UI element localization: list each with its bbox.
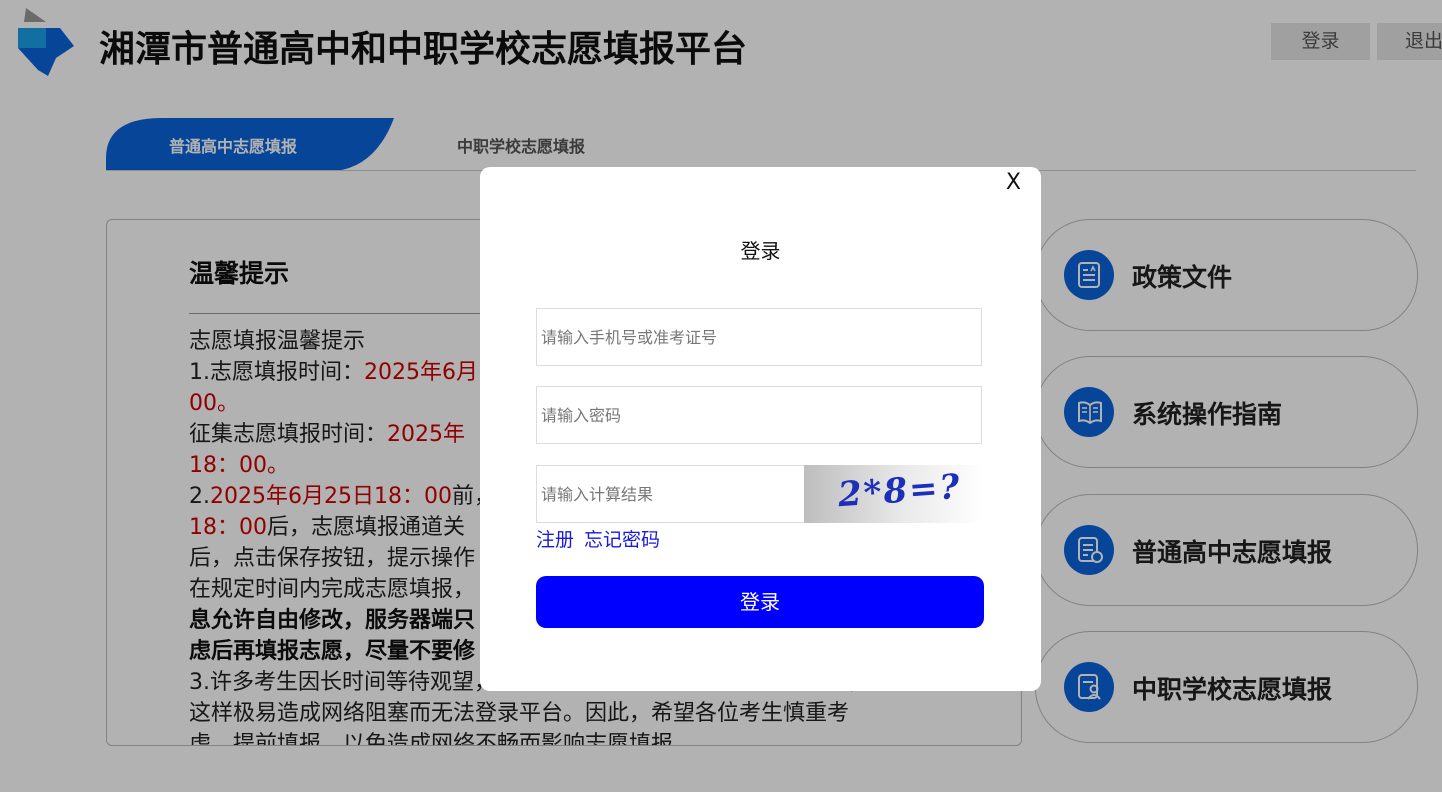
forgot-password-link[interactable]: 忘记密码 xyxy=(584,525,660,552)
captcha-text: 2*8=? xyxy=(836,466,963,516)
modal-title: 登录 xyxy=(740,239,781,263)
login-modal: X 登录 2*8=? 注册 忘记密码 登录 xyxy=(480,167,1041,691)
close-icon[interactable]: X xyxy=(1006,170,1021,195)
captcha-input[interactable] xyxy=(536,465,806,523)
phone-or-exam-id-input[interactable] xyxy=(536,308,982,366)
login-submit-button[interactable]: 登录 xyxy=(536,576,984,628)
captcha-image[interactable]: 2*8=? xyxy=(804,465,984,523)
password-input[interactable] xyxy=(536,386,982,444)
register-link[interactable]: 注册 xyxy=(536,525,574,552)
